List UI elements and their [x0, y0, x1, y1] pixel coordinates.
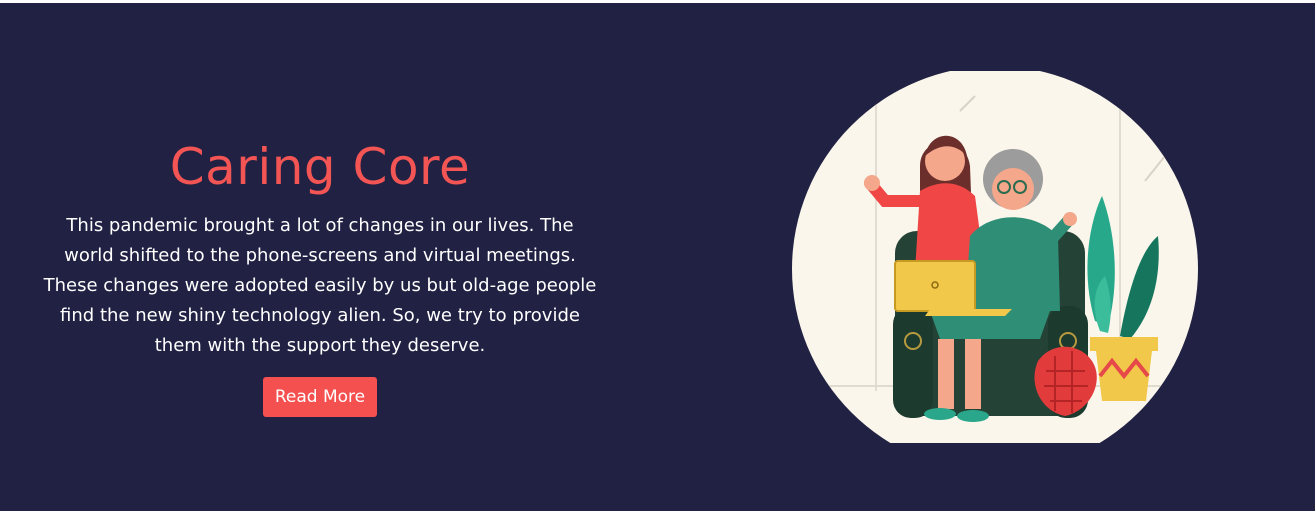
read-more-button[interactable]: Read More	[262, 377, 378, 417]
hero-section: Caring Core This pandemic brought a lot …	[0, 3, 1315, 511]
hero-title: Caring Core	[169, 138, 471, 196]
hero-description: This pandemic brought a lot of changes i…	[43, 215, 597, 356]
hero-text-column: Caring Core This pandemic brought a lot …	[30, 138, 610, 417]
caregiver-illustration	[792, 71, 1198, 443]
